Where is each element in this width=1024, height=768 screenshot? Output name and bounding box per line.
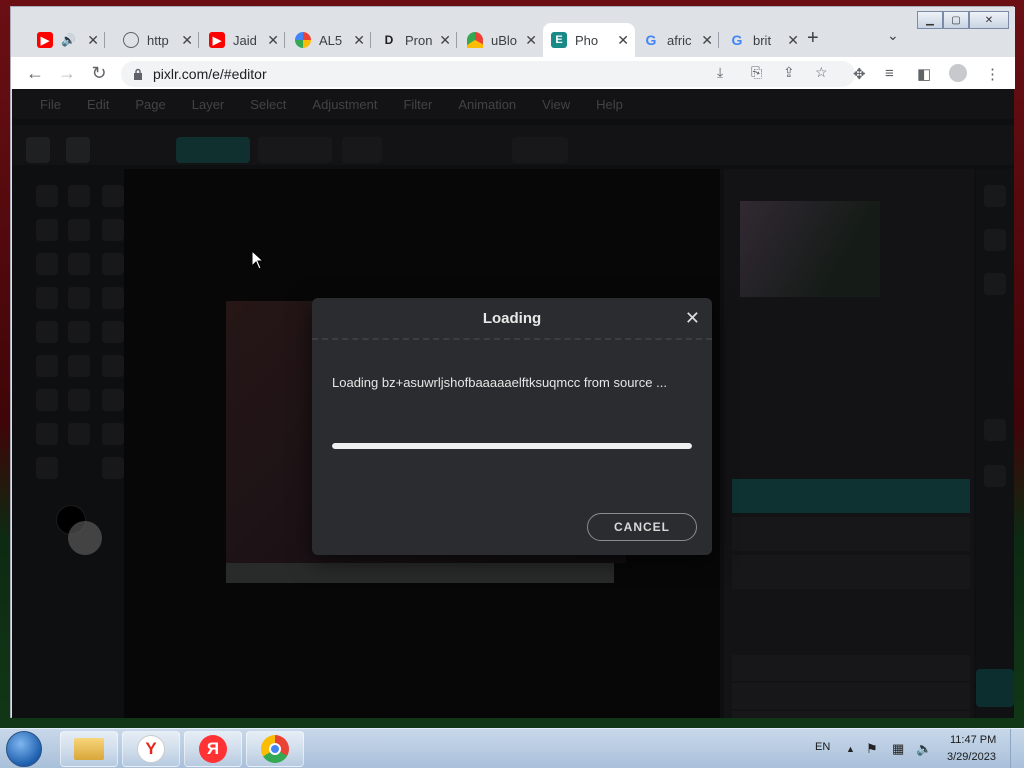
youtube-icon: ▶	[37, 32, 53, 48]
share-icon[interactable]: ⇪	[783, 64, 795, 81]
tab-7[interactable]: G afric ✕	[635, 23, 719, 57]
tab-4[interactable]: D Pron ✕	[373, 23, 457, 57]
pixlr-icon: E	[551, 32, 567, 48]
globe-icon	[123, 32, 139, 48]
google-icon: G	[731, 32, 743, 48]
star-icon[interactable]: ☆	[815, 64, 828, 81]
close-icon[interactable]: ✕	[267, 32, 279, 49]
ublock-icon	[467, 32, 483, 48]
taskbar-yandex-browser[interactable]: Y	[122, 731, 180, 767]
tab-label: brit	[753, 32, 772, 48]
start-button[interactable]	[6, 731, 42, 767]
google-icon: G	[645, 32, 657, 48]
extensions-icon[interactable]: ✥	[853, 65, 866, 83]
volume-muted-icon[interactable]: 🔈	[916, 741, 932, 757]
tab-youtube-audio[interactable]: ▶ 🔊 ✕	[29, 23, 105, 57]
minimize-icon[interactable]: ▁	[917, 11, 943, 29]
yandex-icon: Я	[199, 735, 227, 763]
tab-label: Jaid	[233, 32, 257, 48]
dialog-title: Loading	[482, 309, 542, 327]
tray-expand-icon[interactable]: ▲	[846, 744, 855, 754]
close-icon[interactable]: ✕	[617, 32, 629, 49]
clock-date[interactable]: 3/29/2023	[947, 751, 996, 763]
tab-label: Pho	[575, 32, 599, 48]
lock-icon	[134, 68, 142, 80]
media-control-icon[interactable]: ≡	[885, 65, 894, 82]
more-menu-icon[interactable]: ⋮	[985, 65, 1000, 83]
tab-label: AL5	[319, 32, 343, 48]
clock-time[interactable]: 11:47 PM	[950, 734, 996, 746]
loading-message: Loading bz+asuwrljshofbaaaaaelftksuqmcc …	[332, 375, 667, 390]
address-bar[interactable]: pixlr.com/e/#editor	[121, 61, 855, 87]
folder-icon	[74, 738, 104, 760]
maximize-icon[interactable]: ▢	[943, 11, 969, 29]
close-icon[interactable]: ✕	[353, 32, 365, 49]
tab-label: Pron	[405, 32, 433, 48]
side-panel-icon[interactable]: ◧	[917, 65, 931, 83]
tab-5[interactable]: uBlo ✕	[459, 23, 543, 57]
action-center-icon[interactable]: ⚑	[866, 741, 878, 757]
mouse-cursor-icon	[251, 250, 265, 270]
close-window-icon[interactable]: ✕	[969, 11, 1009, 29]
network-icon[interactable]: ▦	[892, 741, 904, 757]
tab-3[interactable]: AL5 ✕	[287, 23, 371, 57]
yandex-browser-icon: Y	[137, 735, 165, 763]
forward-arrow-icon[interactable]: →	[55, 61, 79, 85]
close-icon[interactable]: ✕	[87, 32, 99, 49]
progress-fill	[332, 443, 692, 449]
close-icon[interactable]: ✕	[525, 32, 537, 49]
share-page-icon[interactable]: ⎘	[751, 64, 762, 81]
tab-pixlr-active[interactable]: E Pho ✕	[543, 23, 635, 57]
tab-label: http	[147, 32, 169, 48]
cancel-button[interactable]: CANCEL	[587, 513, 697, 541]
pinwheel-icon	[295, 32, 311, 48]
disney-icon: D	[384, 33, 394, 47]
reload-icon[interactable]: ↻	[87, 61, 111, 85]
dialog-header: Loading	[312, 298, 712, 340]
tab-2[interactable]: ▶ Jaid ✕	[201, 23, 285, 57]
url-text: pixlr.com/e/#editor	[153, 66, 267, 82]
install-icon[interactable]: ⤓	[717, 64, 723, 81]
taskbar-chrome[interactable]	[246, 731, 304, 767]
profile-avatar-icon[interactable]	[949, 64, 967, 82]
tab-label: uBlo	[491, 32, 518, 48]
taskbar-explorer[interactable]	[60, 731, 118, 767]
tab-8[interactable]: G brit ✕	[721, 23, 805, 57]
loading-dialog: Loading ✕ Loading bz+asuwrljshofbaaaaael…	[312, 298, 712, 555]
chevron-down-icon[interactable]: ⌄	[887, 27, 899, 44]
show-desktop-button[interactable]	[1010, 729, 1024, 768]
chrome-icon	[261, 735, 289, 763]
language-indicator[interactable]: EN	[815, 741, 830, 753]
close-icon[interactable]: ✕	[701, 32, 713, 49]
taskbar-yandex[interactable]: Я	[184, 731, 242, 767]
youtube-icon: ▶	[209, 32, 225, 48]
windows-taskbar: Y Я EN ▲ ⚑ ▦ 🔈 11:47 PM 3/29/2023	[0, 728, 1024, 768]
progress-bar	[332, 443, 692, 449]
close-icon[interactable]: ✕	[439, 32, 451, 49]
audio-icon[interactable]: 🔊	[61, 33, 76, 47]
close-icon[interactable]: ✕	[685, 308, 700, 329]
close-icon[interactable]: ✕	[181, 32, 193, 49]
close-icon[interactable]: ✕	[787, 32, 799, 49]
back-arrow-icon[interactable]: ←	[23, 61, 47, 85]
new-tab-icon[interactable]: +	[807, 27, 819, 50]
tab-1[interactable]: http ✕	[115, 23, 199, 57]
tab-strip: ▶ 🔊 ✕ http ✕ ▶ Jaid ✕ AL5 ✕ D Pron ✕ uBl…	[11, 7, 1015, 57]
tab-label: afric	[667, 32, 692, 48]
browser-toolbar: ← → ↻ pixlr.com/e/#editor ⤓ ⎘ ⇪ ☆ ✥ ≡ ◧ …	[11, 57, 1015, 89]
